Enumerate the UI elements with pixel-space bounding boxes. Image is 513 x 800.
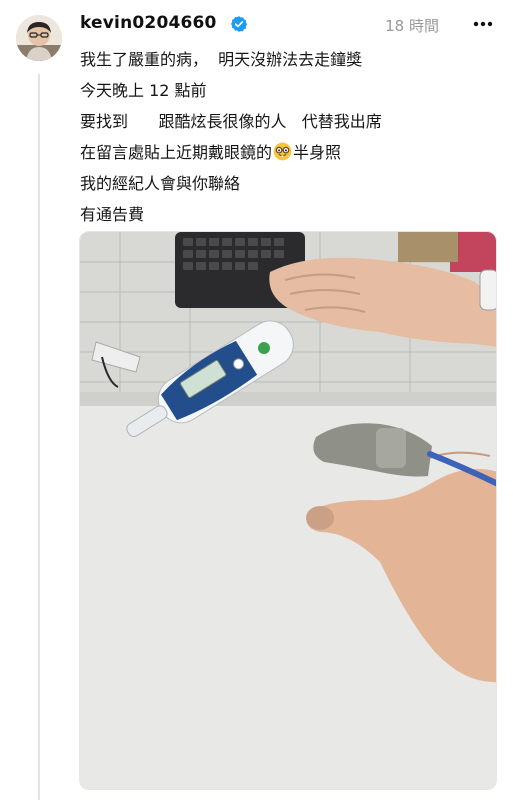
post-text-line-with-emoji: 在留言處貼上近期戴眼鏡的 半身照	[80, 137, 500, 168]
post-text-line: 今天晚上 12 點前	[80, 81, 207, 100]
post-text-line: 我生了嚴重的病， 明天沒辦法去走鐘獎	[80, 50, 363, 69]
post-text-segment: 半身照	[293, 143, 342, 162]
more-options-icon[interactable]	[469, 12, 497, 36]
post-photo[interactable]	[79, 231, 497, 790]
nerd-face-emoji-icon	[273, 140, 292, 161]
threads-post: kevin0204660 18 時間 我生了嚴重的病， 明天沒辦法去走鐘獎 今天…	[0, 0, 513, 800]
avatar-icon	[16, 15, 62, 61]
thread-line	[38, 74, 40, 800]
post-header: kevin0204660 18 時間	[80, 12, 497, 38]
post-timestamp: 18 時間	[385, 17, 439, 35]
photo-illustration	[80, 232, 496, 789]
post-text-segment: 在留言處貼上近期戴眼鏡的	[80, 143, 273, 162]
post-text-line: 有通告費	[80, 205, 145, 224]
post-body: 我生了嚴重的病， 明天沒辦法去走鐘獎 今天晚上 12 點前 要找到 跟酷炫長很像…	[80, 44, 500, 230]
post-text-line: 我的經紀人會與你聯絡	[80, 174, 241, 193]
username[interactable]: kevin0204660	[80, 13, 217, 33]
post-text-line: 要找到 跟酷炫長很像的人 代替我出席	[80, 112, 382, 131]
verified-badge-icon	[230, 15, 248, 33]
avatar[interactable]	[16, 15, 62, 61]
